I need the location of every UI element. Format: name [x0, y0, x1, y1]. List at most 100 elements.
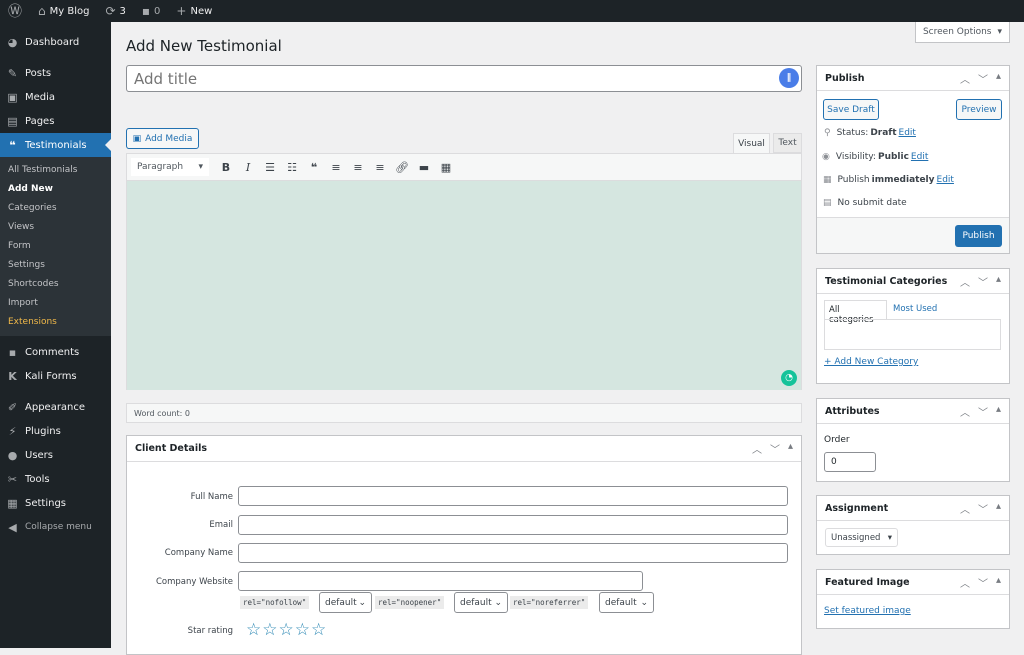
caret-down-icon: ▾: [198, 162, 203, 172]
move-down-icon[interactable]: ﹀: [978, 404, 988, 419]
submenu-settings[interactable]: Settings: [0, 256, 111, 275]
tab-text[interactable]: Text: [773, 133, 802, 153]
admin-sidebar: ◕ Dashboard ✎ Posts ▣ Media ▤ Pages ❝ Testimo…: [0, 22, 111, 648]
collapse-menu[interactable]: ◀ Collapse menu: [0, 515, 111, 539]
move-down-icon[interactable]: ﹀: [978, 575, 988, 590]
content-editor[interactable]: [126, 181, 802, 390]
preview-button[interactable]: Preview: [956, 99, 1002, 120]
move-up-icon[interactable]: ︿: [960, 404, 970, 419]
toggle-icon[interactable]: ▴: [996, 274, 1001, 289]
sidebar-item-kali-forms[interactable]: K Kali Forms: [0, 364, 111, 388]
sidebar-item-plugins[interactable]: ⚡ Plugins: [0, 419, 111, 443]
star-icon[interactable]: ☆: [311, 620, 326, 640]
move-up-icon[interactable]: ︿: [752, 441, 762, 456]
brush-icon: ✐: [7, 400, 18, 414]
sidebar-item-tools[interactable]: ✂ Tools: [0, 467, 111, 491]
save-draft-button[interactable]: Save Draft: [823, 99, 879, 120]
label: Paragraph: [137, 162, 184, 172]
submenu-add-new[interactable]: Add New: [0, 180, 111, 199]
move-up-icon[interactable]: ︿: [960, 71, 970, 86]
rel-nofollow-select[interactable]: default ⌄: [319, 592, 372, 613]
move-down-icon[interactable]: ﹀: [978, 274, 988, 289]
tab-all-categories[interactable]: All categories: [824, 300, 887, 325]
sidebar-item-users[interactable]: ● Users: [0, 443, 111, 467]
box-title: Featured Image: [825, 576, 910, 588]
media-icon: ▣: [7, 90, 18, 104]
bullet-list-icon[interactable]: ☰: [259, 161, 281, 174]
order-input[interactable]: 0: [824, 452, 876, 472]
numbered-list-icon[interactable]: ☷: [281, 161, 303, 174]
updates-link[interactable]: ⟳ 3: [97, 0, 133, 22]
set-featured-image-link[interactable]: Set featured image: [824, 606, 911, 616]
submenu-views[interactable]: Views: [0, 218, 111, 237]
move-up-icon[interactable]: ︿: [960, 501, 970, 516]
move-down-icon[interactable]: ﹀: [770, 441, 780, 456]
read-more-icon[interactable]: ▬: [413, 161, 435, 174]
submenu-form[interactable]: Form: [0, 237, 111, 256]
move-up-icon[interactable]: ︿: [960, 575, 970, 590]
star-icon[interactable]: ☆: [262, 620, 277, 640]
rel-noreferrer-select[interactable]: default ⌄: [599, 592, 654, 613]
align-left-icon[interactable]: ≡: [325, 161, 347, 174]
move-down-icon[interactable]: ﹀: [978, 71, 988, 86]
tab-most-used[interactable]: Most Used: [893, 304, 937, 314]
italic-icon[interactable]: I: [237, 161, 259, 174]
toggle-icon[interactable]: ▴: [788, 441, 793, 456]
align-right-icon[interactable]: ≡: [369, 161, 391, 174]
toggle-icon[interactable]: ▴: [996, 71, 1001, 86]
company-name-input[interactable]: [238, 543, 788, 563]
title-assistant-icon[interactable]: ∥: [779, 68, 799, 88]
submenu-all-testimonials[interactable]: All Testimonials: [0, 161, 111, 180]
edit-status-link[interactable]: Edit: [899, 128, 916, 138]
toggle-icon[interactable]: ▴: [996, 404, 1001, 419]
title-input[interactable]: [126, 65, 802, 92]
box-title: Publish: [825, 72, 865, 84]
blockquote-icon[interactable]: ❝: [303, 161, 325, 174]
assignment-select[interactable]: Unassigned ▾: [825, 528, 898, 547]
edit-schedule-link[interactable]: Edit: [937, 175, 954, 185]
submenu-shortcodes[interactable]: Shortcodes: [0, 275, 111, 294]
bold-icon[interactable]: B: [215, 161, 237, 174]
grammarly-icon[interactable]: ◔: [781, 370, 797, 386]
wrench-icon: ✂: [7, 472, 18, 486]
chevron-down-icon: ⌄: [640, 597, 648, 608]
star-icon[interactable]: ☆: [295, 620, 310, 640]
add-media-button[interactable]: ▣ Add Media: [126, 128, 199, 149]
align-center-icon[interactable]: ≡: [347, 161, 369, 174]
format-select[interactable]: Paragraph ▾: [131, 158, 209, 176]
sidebar-item-dashboard[interactable]: ◕ Dashboard: [0, 30, 111, 54]
rel-noopener-select[interactable]: default ⌄: [454, 592, 508, 613]
comments-link[interactable]: ▪ 0: [134, 0, 169, 22]
featured-image-box: Featured Image ︿ ﹀ ▴: [816, 569, 1010, 629]
sidebar-item-comments[interactable]: ▪ Comments: [0, 340, 111, 364]
publish-button[interactable]: Publish: [955, 225, 1002, 247]
toggle-icon[interactable]: ▴: [996, 575, 1001, 590]
sidebar-item-pages[interactable]: ▤ Pages: [0, 109, 111, 133]
link-icon[interactable]: 🔗︎: [391, 161, 413, 174]
toggle-icon[interactable]: ▴: [996, 501, 1001, 516]
submenu-import[interactable]: Import: [0, 294, 111, 313]
wordpress-logo[interactable]: Ⓦ: [0, 0, 30, 22]
tab-visual[interactable]: Visual: [733, 133, 770, 153]
sidebar-item-appearance[interactable]: ✐ Appearance: [0, 395, 111, 419]
sidebar-item-testimonials[interactable]: ❝ Testimonials: [0, 133, 111, 157]
submenu-categories[interactable]: Categories: [0, 199, 111, 218]
move-down-icon[interactable]: ﹀: [978, 501, 988, 516]
site-link[interactable]: ⌂ My Blog: [30, 0, 97, 22]
sidebar-item-media[interactable]: ▣ Media: [0, 85, 111, 109]
email-input[interactable]: [238, 515, 788, 535]
full-name-input[interactable]: [238, 486, 788, 506]
company-website-input[interactable]: [238, 571, 643, 591]
star-icon[interactable]: ☆: [279, 620, 294, 640]
star-icon[interactable]: ☆: [246, 620, 261, 640]
edit-visibility-link[interactable]: Edit: [911, 152, 928, 162]
toolbar-toggle-icon[interactable]: ▦: [435, 161, 457, 174]
submenu-extensions[interactable]: Extensions: [0, 313, 111, 332]
sidebar-item-settings[interactable]: ▦ Settings: [0, 491, 111, 515]
new-link[interactable]: + New: [168, 0, 220, 22]
sidebar-item-posts[interactable]: ✎ Posts: [0, 61, 111, 85]
add-new-category-link[interactable]: + Add New Category: [824, 357, 918, 367]
screen-options-button[interactable]: Screen Options ▾: [915, 22, 1010, 43]
email-label: Email: [209, 520, 233, 530]
move-up-icon[interactable]: ︿: [960, 274, 970, 289]
